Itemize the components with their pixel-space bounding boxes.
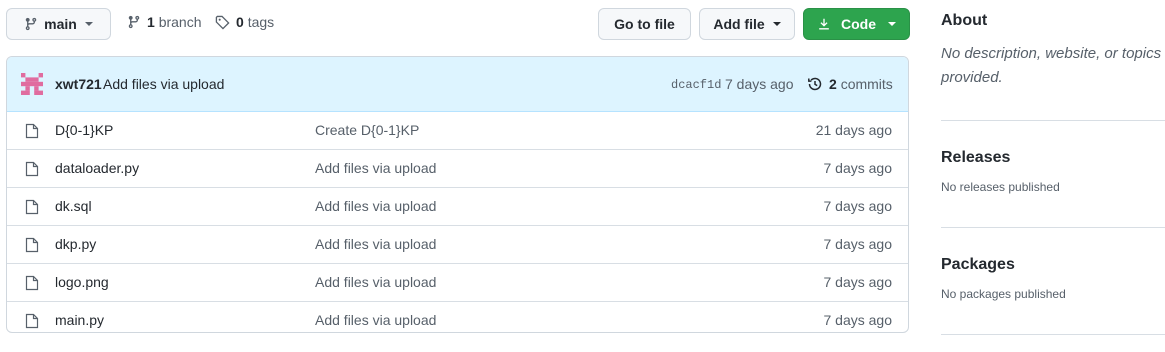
- file-icon: [25, 313, 39, 332]
- file-commit-message[interactable]: Add files via upload: [315, 274, 436, 290]
- about-section: About No description, website, or topics…: [941, 12, 1165, 90]
- commits-label: commits: [840, 76, 893, 92]
- download-icon: [819, 18, 829, 30]
- file-name[interactable]: dkp.py: [55, 236, 96, 252]
- file-age: 7 days ago: [823, 160, 893, 176]
- file-name[interactable]: dataloader.py: [55, 160, 139, 176]
- commit-message[interactable]: Add files via upload: [103, 76, 224, 92]
- file-row[interactable]: dataloader.py Add files via upload 7 days …: [7, 149, 908, 187]
- file-age: 7 days ago: [823, 312, 893, 328]
- releases-section: Releases No releases published: [941, 149, 1060, 194]
- file-row[interactable]: main.py Add files via upload 7 days ago: [7, 301, 908, 332]
- file-row[interactable]: D{0-1}KP Create D{0-1}KP 21 days ago: [7, 112, 908, 149]
- file-commit-message[interactable]: Add files via upload: [315, 312, 436, 328]
- branches-count: 1: [147, 14, 155, 30]
- file-age: 21 days ago: [815, 122, 892, 138]
- go-to-file-button[interactable]: Go to file: [598, 8, 691, 40]
- file-commit-message[interactable]: Add files via upload: [315, 160, 436, 176]
- file-name[interactable]: dk.sql: [55, 198, 92, 214]
- commits-count: 2: [829, 76, 837, 92]
- caret-down-icon: [888, 22, 896, 26]
- commit-age: 7 days ago: [725, 76, 794, 92]
- file-commit-message[interactable]: Create D{0-1}KP: [315, 122, 419, 138]
- sidebar-divider: [941, 120, 1165, 121]
- packages-title[interactable]: Packages: [941, 256, 1066, 274]
- file-row[interactable]: logo.png Add files via upload 7 days ago: [7, 263, 908, 301]
- branch-select-button[interactable]: main: [6, 8, 111, 40]
- file-age: 7 days ago: [823, 236, 893, 252]
- branches-link[interactable]: 1 branch: [127, 14, 202, 30]
- file-age: 7 days ago: [823, 198, 893, 214]
- sidebar-divider: [941, 334, 1165, 335]
- code-label: Code: [841, 16, 876, 32]
- file-icon: [25, 161, 39, 180]
- git-branch-icon: [128, 15, 140, 29]
- tag-icon: [215, 15, 230, 30]
- file-list: D{0-1}KP Create D{0-1}KP 21 days ago datalo…: [7, 112, 908, 332]
- packages-section: Packages No packages published: [941, 256, 1066, 301]
- file-icon: [25, 275, 39, 294]
- tags-count: 0: [236, 14, 244, 30]
- git-branch-icon: [25, 17, 37, 31]
- commits-link[interactable]: 2 commits: [807, 76, 893, 92]
- file-icon: [25, 199, 39, 218]
- packages-text: No packages published: [941, 287, 1066, 301]
- caret-down-icon: [772, 22, 781, 26]
- tags-link[interactable]: 0 tags: [215, 14, 274, 30]
- history-icon: [808, 77, 822, 91]
- avatar[interactable]: [21, 73, 43, 95]
- sidebar-divider: [941, 227, 1165, 228]
- file-icon: [25, 237, 39, 256]
- caret-down-icon: [84, 22, 93, 26]
- branches-label: branch: [158, 14, 202, 30]
- file-icon: [25, 123, 39, 142]
- add-file-label: Add file: [713, 16, 765, 32]
- tags-label: tags: [247, 14, 275, 30]
- file-row[interactable]: dk.sql Add files via upload 7 days ago: [7, 187, 908, 225]
- about-title: About: [941, 12, 988, 29]
- file-table: xwt721 Add files via upload dcacf1d 7 da…: [6, 56, 909, 333]
- file-commit-message[interactable]: Add files via upload: [315, 236, 436, 252]
- latest-commit-bar: xwt721 Add files via upload dcacf1d 7 da…: [7, 57, 908, 112]
- releases-title[interactable]: Releases: [941, 149, 1060, 167]
- file-row[interactable]: dkp.py Add files via upload 7 days ago: [7, 225, 908, 263]
- releases-text: No releases published: [941, 180, 1060, 194]
- file-name[interactable]: logo.png: [55, 274, 109, 290]
- code-button[interactable]: Code: [803, 8, 910, 40]
- file-commit-message[interactable]: Add files via upload: [315, 198, 436, 214]
- go-to-file-label: Go to file: [614, 16, 675, 32]
- file-age: 7 days ago: [823, 274, 893, 290]
- add-file-button[interactable]: Add file: [699, 8, 795, 40]
- commit-hash[interactable]: dcacf1d: [671, 78, 721, 92]
- file-name[interactable]: main.py: [55, 312, 104, 328]
- branch-name: main: [44, 16, 77, 32]
- about-description: No description, website, or topics provi…: [941, 45, 1162, 86]
- commit-author[interactable]: xwt721: [55, 76, 102, 92]
- file-name[interactable]: D{0-1}KP: [55, 122, 113, 138]
